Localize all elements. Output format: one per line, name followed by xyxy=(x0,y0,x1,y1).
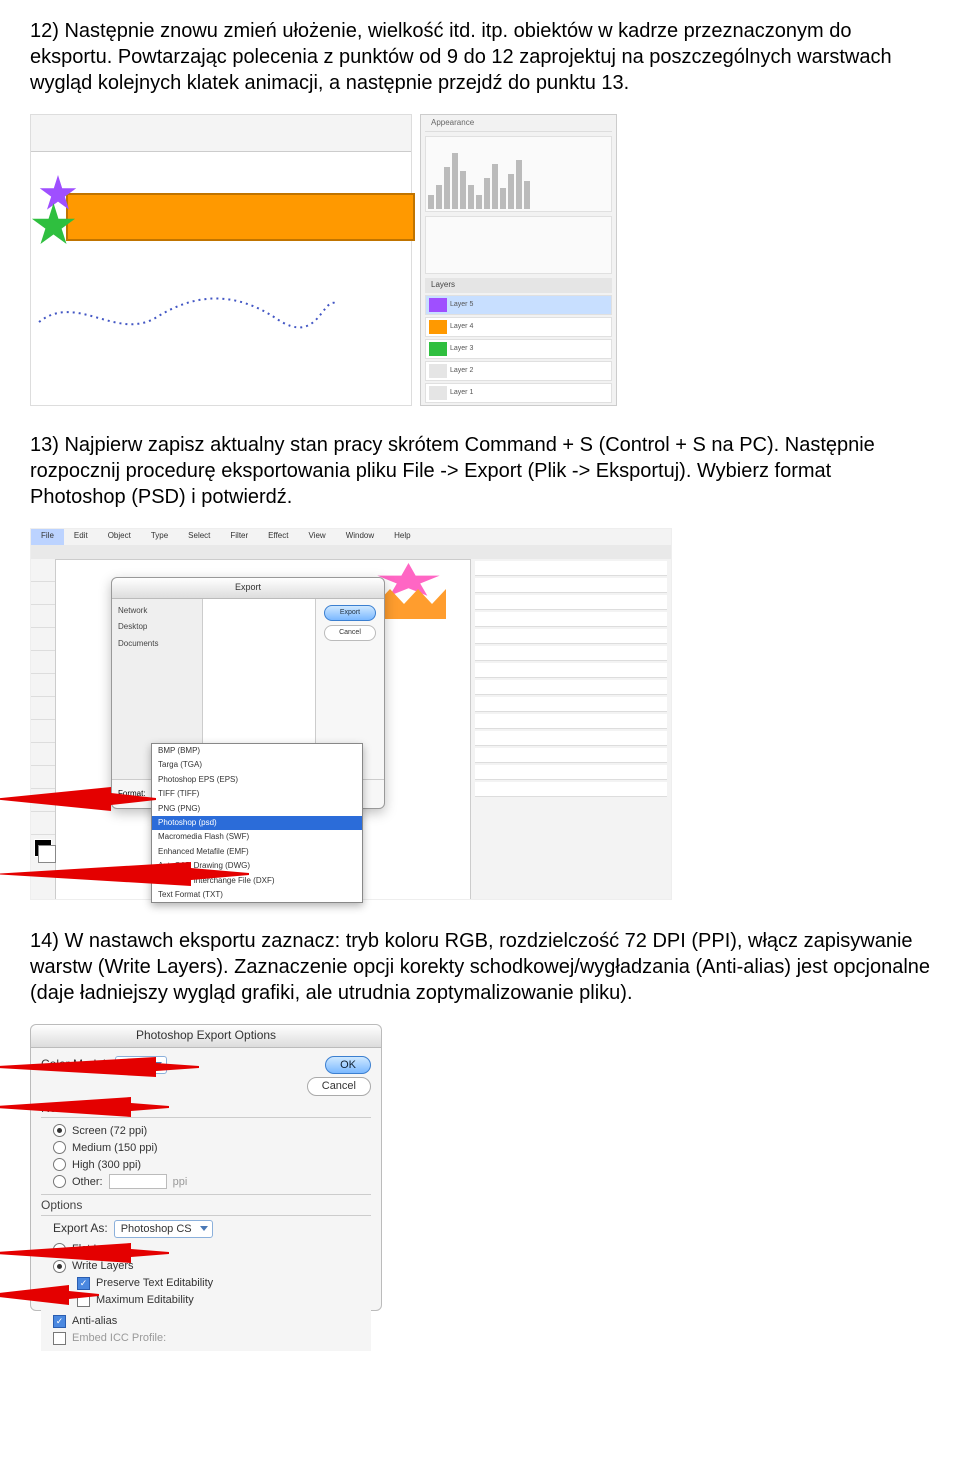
options-section-label: Options xyxy=(41,1198,381,1214)
radio-other[interactable]: Other: ppi xyxy=(53,1173,367,1190)
export-as-select[interactable]: Photoshop CS xyxy=(114,1220,213,1238)
dialog-title: Export xyxy=(112,578,384,599)
red-arrow-1 xyxy=(0,784,161,814)
red-arrow-2 xyxy=(0,859,251,889)
menu-object[interactable]: Object xyxy=(98,529,141,545)
ribbon xyxy=(31,545,671,560)
format-option[interactable]: Photoshop EPS (EPS) xyxy=(152,773,362,787)
checkbox-embed-icc[interactable]: Embed ICC Profile: xyxy=(53,1330,367,1347)
format-option[interactable]: TIFF (TIFF) xyxy=(152,787,362,801)
export-button[interactable]: Export xyxy=(324,605,376,621)
right-panels: Appearance Layers Layer 5 Layer 4 Layer … xyxy=(420,114,617,406)
export-as-label: Export As: xyxy=(53,1221,108,1237)
menu-bar: File Edit Object Type Select Filter Effe… xyxy=(31,529,671,546)
radio-medium-150[interactable]: Medium (150 ppi) xyxy=(53,1139,367,1156)
figure-2-export-dialog: File Edit Object Type Select Filter Effe… xyxy=(30,528,930,900)
red-arrow-resolution xyxy=(0,1095,171,1119)
right-panels xyxy=(470,559,671,899)
format-option[interactable]: Enhanced Metafile (EMF) xyxy=(152,845,362,859)
figure-1-illustrator-workspace: Appearance Layers Layer 5 Layer 4 Layer … xyxy=(30,114,930,404)
layer-row: Layer 2 xyxy=(425,361,612,381)
layer-row: Layer 4 xyxy=(425,317,612,337)
format-option[interactable]: Text Format (TXT) xyxy=(152,888,362,902)
canvas-area xyxy=(30,114,412,406)
radio-high-300[interactable]: High (300 ppi) xyxy=(53,1156,367,1173)
format-option[interactable]: Targa (TGA) xyxy=(152,758,362,772)
radio-screen-72[interactable]: Screen (72 ppi) xyxy=(53,1122,367,1139)
sidebar-desktop[interactable]: Desktop xyxy=(112,619,202,635)
panel-appearance: Appearance xyxy=(425,118,474,128)
layer-row: Layer 5 xyxy=(425,295,612,315)
options-dialog-title: Photoshop Export Options xyxy=(31,1025,381,1048)
format-option[interactable]: Macromedia Flash (SWF) xyxy=(152,830,362,844)
red-arrow-anti-alias xyxy=(0,1283,101,1307)
checkbox-anti-alias[interactable]: Anti-alias xyxy=(53,1309,367,1330)
menu-help[interactable]: Help xyxy=(384,529,420,545)
cancel-button[interactable]: Cancel xyxy=(307,1077,371,1095)
menu-window[interactable]: Window xyxy=(336,529,384,545)
format-option[interactable]: PNG (PNG) xyxy=(152,802,362,816)
format-option-selected[interactable]: Photoshop (psd) xyxy=(152,816,362,830)
menu-select[interactable]: Select xyxy=(178,529,220,545)
text-on-path-wave xyxy=(37,287,337,337)
format-option[interactable]: BMP (BMP) xyxy=(152,744,362,758)
sidebar-network[interactable]: Network xyxy=(112,603,202,619)
menu-effect[interactable]: Effect xyxy=(258,529,298,545)
orange-rectangle xyxy=(66,193,415,241)
menu-type[interactable]: Type xyxy=(141,529,178,545)
orange-wave xyxy=(376,589,446,619)
layers-panel-header: Layers xyxy=(425,278,612,293)
red-arrow-write-layers xyxy=(0,1241,171,1265)
resolution-group: Screen (72 ppi) Medium (150 ppi) High (3… xyxy=(41,1117,371,1195)
color-panel xyxy=(425,216,612,274)
sidebar-documents[interactable]: Documents xyxy=(112,636,202,652)
red-arrow-color-model xyxy=(0,1055,201,1079)
ok-button[interactable]: OK xyxy=(325,1056,371,1074)
menu-view[interactable]: View xyxy=(298,529,335,545)
mini-histogram xyxy=(425,136,612,212)
menu-edit[interactable]: Edit xyxy=(64,529,98,545)
cancel-button[interactable]: Cancel xyxy=(324,625,376,641)
figure-3-photoshop-export-options: Photoshop Export Options Color Model: RG… xyxy=(30,1024,930,1311)
other-ppi-input[interactable] xyxy=(109,1174,167,1189)
layer-row: Layer 3 xyxy=(425,339,612,359)
step-13-text: 13) Najpierw zapisz aktualny stan pracy … xyxy=(30,432,930,510)
step-12-text: 12) Następnie znowu zmień ułożenie, wiel… xyxy=(30,18,930,96)
layer-row: Layer 1 xyxy=(425,383,612,403)
menu-filter[interactable]: Filter xyxy=(220,529,258,545)
step-14-text: 14) W nastawch eksportu zaznacz: tryb ko… xyxy=(30,928,930,1006)
menu-file[interactable]: File xyxy=(31,529,64,545)
top-toolbar xyxy=(31,115,411,152)
